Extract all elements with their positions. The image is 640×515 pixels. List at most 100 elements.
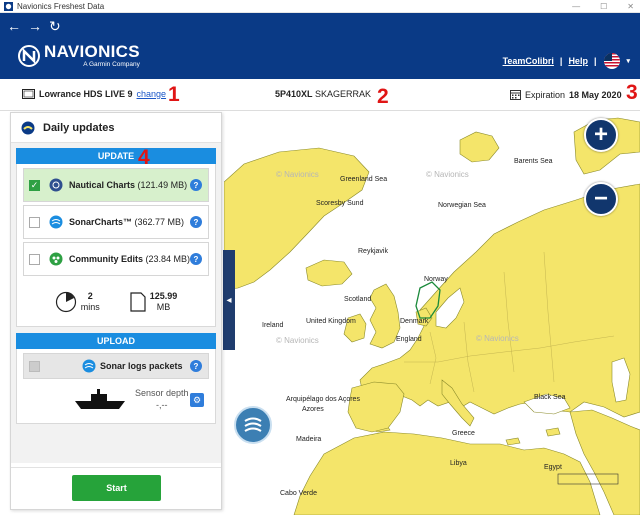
map-label: Scotland — [344, 296, 372, 303]
file-icon — [130, 292, 146, 312]
start-button[interactable]: Start — [72, 475, 161, 501]
map-label: England — [396, 336, 422, 343]
daily-updates-panel: Daily updates UPDATE ✓ Nautical Charts (… — [10, 112, 222, 510]
map-label: Black Sea — [534, 394, 566, 401]
map-label: Scoresby Sund — [316, 200, 364, 207]
update-section: ✓ Nautical Charts (121.49 MB) ? SonarCha… — [16, 164, 216, 327]
team-link[interactable]: TeamColibri — [503, 56, 554, 66]
panel-collapse-handle[interactable]: ◂ — [223, 250, 235, 350]
item-size: (362.77 MB) — [134, 217, 185, 227]
list-item-sonar-logs[interactable]: Sonar logs packets ? — [23, 353, 209, 379]
compass-icon — [49, 178, 63, 192]
sonar-layer-button[interactable] — [234, 406, 272, 444]
boat-icon — [75, 388, 125, 409]
map-label: Cabo Verde — [280, 490, 317, 497]
panel-footer: Start — [11, 467, 221, 509]
upload-section-label: UPLOAD — [97, 336, 135, 346]
help-icon[interactable]: ? — [190, 253, 202, 265]
sonar-icon — [49, 215, 63, 229]
link-separator: | — [593, 56, 597, 66]
expiration-date: 18 May 2020 — [569, 89, 622, 100]
size-value: 125.99 — [149, 291, 178, 301]
zoom-out-button[interactable]: − — [584, 182, 618, 216]
calendar-icon — [510, 90, 521, 100]
help-icon[interactable]: ? — [190, 216, 202, 228]
sensor-label: Sensor depth — [135, 388, 189, 398]
download-stats: 2 mins 125.99 MB — [23, 282, 209, 322]
brand-name: NAVIONICS — [44, 42, 140, 61]
time-value: 2 — [87, 291, 93, 301]
navionics-logo-mark-icon — [18, 44, 40, 67]
window-title: Navionics Freshest Data — [17, 1, 105, 11]
navionics-logo: NAVIONICS A Garmin Company — [18, 43, 140, 68]
map-label: Azores — [302, 406, 324, 413]
device-info-bar: Lowrance HDS LIVE 9 change 5P410XL SKAGE… — [0, 79, 640, 111]
nav-controls: ← → ↻ — [7, 19, 61, 33]
help-icon[interactable]: ? — [190, 360, 202, 372]
map-label: Arquipélago dos Açores — [286, 396, 360, 403]
refresh-icon[interactable]: ↻ — [49, 19, 61, 33]
sonarcharts-label: SonarCharts™ (362.77 MB) — [69, 217, 184, 227]
navionics-app-icon — [21, 121, 35, 134]
map-watermark: © Navionics — [426, 170, 469, 179]
update-section-header: UPDATE — [16, 148, 216, 164]
maximize-icon[interactable]: ☐ — [600, 2, 607, 11]
community-edits-label: Community Edits (23.84 MB) — [69, 254, 190, 264]
annotation-marker-2: 2 — [377, 85, 389, 108]
header-links: TeamColibri | Help | ▾ — [503, 53, 630, 69]
map-label: Greenland Sea — [340, 176, 388, 183]
map-label: Reykjavik — [358, 248, 388, 255]
device-info: Lowrance HDS LIVE 9 change — [22, 89, 166, 99]
map-watermark: © Navionics — [476, 334, 519, 343]
zoom-in-button[interactable]: + — [584, 118, 618, 152]
map-label: Egypt — [544, 464, 562, 471]
list-item-sonarcharts[interactable]: SonarCharts™ (362.77 MB) ? — [23, 205, 209, 239]
forward-arrow-icon[interactable]: → — [28, 19, 42, 33]
map-label: Madeira — [296, 436, 322, 443]
item-name: Community Edits — [69, 254, 144, 264]
app-header: ← → ↻ NAVIONICS A Garmin Company TeamCol… — [0, 13, 640, 79]
sensor-depth: Sensor depth -,-- — [135, 387, 189, 411]
clock-icon — [55, 291, 76, 313]
map-label: Denmark — [400, 318, 429, 325]
back-arrow-icon[interactable]: ← — [7, 19, 21, 33]
panel-title: Daily updates — [43, 121, 115, 134]
item-size: (23.84 MB) — [145, 254, 191, 264]
list-item-nautical-charts[interactable]: ✓ Nautical Charts (121.49 MB) ? — [23, 168, 209, 202]
help-link[interactable]: Help — [568, 56, 588, 66]
nautical-charts-checkbox[interactable]: ✓ — [29, 179, 40, 191]
sonar-icon — [82, 359, 96, 373]
map-label: Barents Sea — [514, 158, 553, 165]
minimize-icon[interactable]: — — [572, 2, 580, 11]
help-icon[interactable]: ? — [190, 179, 202, 191]
expiration-label: Expiration — [525, 89, 566, 100]
sonar-logs-checkbox[interactable] — [29, 360, 40, 372]
map-label: Norwegian Sea — [438, 202, 486, 209]
gear-icon[interactable]: ⚙ — [190, 393, 204, 407]
change-device-link[interactable]: change — [137, 89, 167, 99]
sonarcharts-checkbox[interactable] — [29, 216, 40, 228]
annotation-marker-1: 1 — [168, 83, 180, 106]
update-section-label: UPDATE — [97, 151, 135, 161]
chart-code: 5P410XL — [275, 89, 313, 99]
item-name: Nautical Charts — [69, 180, 136, 190]
collapse-arrow-icon: ◂ — [226, 294, 232, 306]
nautical-charts-label: Nautical Charts (121.49 MB) — [69, 180, 187, 190]
close-icon[interactable]: ✕ — [627, 2, 634, 11]
map-label: Norway — [424, 276, 448, 283]
chart-region: SKAGERRAK — [315, 89, 372, 99]
map-label: Ireland — [262, 322, 284, 329]
map-watermark: © Navionics — [276, 336, 319, 345]
annotation-marker-3: 3 — [626, 81, 638, 104]
item-size: (121.49 MB) — [137, 180, 188, 190]
map-label: United Kingdom — [306, 318, 356, 325]
panel-body: UPDATE ✓ Nautical Charts (121.49 MB) ? S… — [11, 143, 221, 463]
community-edits-checkbox[interactable] — [29, 253, 40, 265]
list-item-community-edits[interactable]: Community Edits (23.84 MB) ? — [23, 242, 209, 276]
language-flag-icon[interactable] — [604, 53, 621, 69]
map-view[interactable]: Barents Sea Greenland Sea Norwegian Sea … — [224, 112, 640, 515]
chevron-down-icon[interactable]: ▾ — [626, 57, 630, 65]
sonar-waves-icon — [244, 417, 262, 432]
link-separator: | — [559, 56, 563, 66]
sensor-value: -,-- — [156, 400, 168, 410]
